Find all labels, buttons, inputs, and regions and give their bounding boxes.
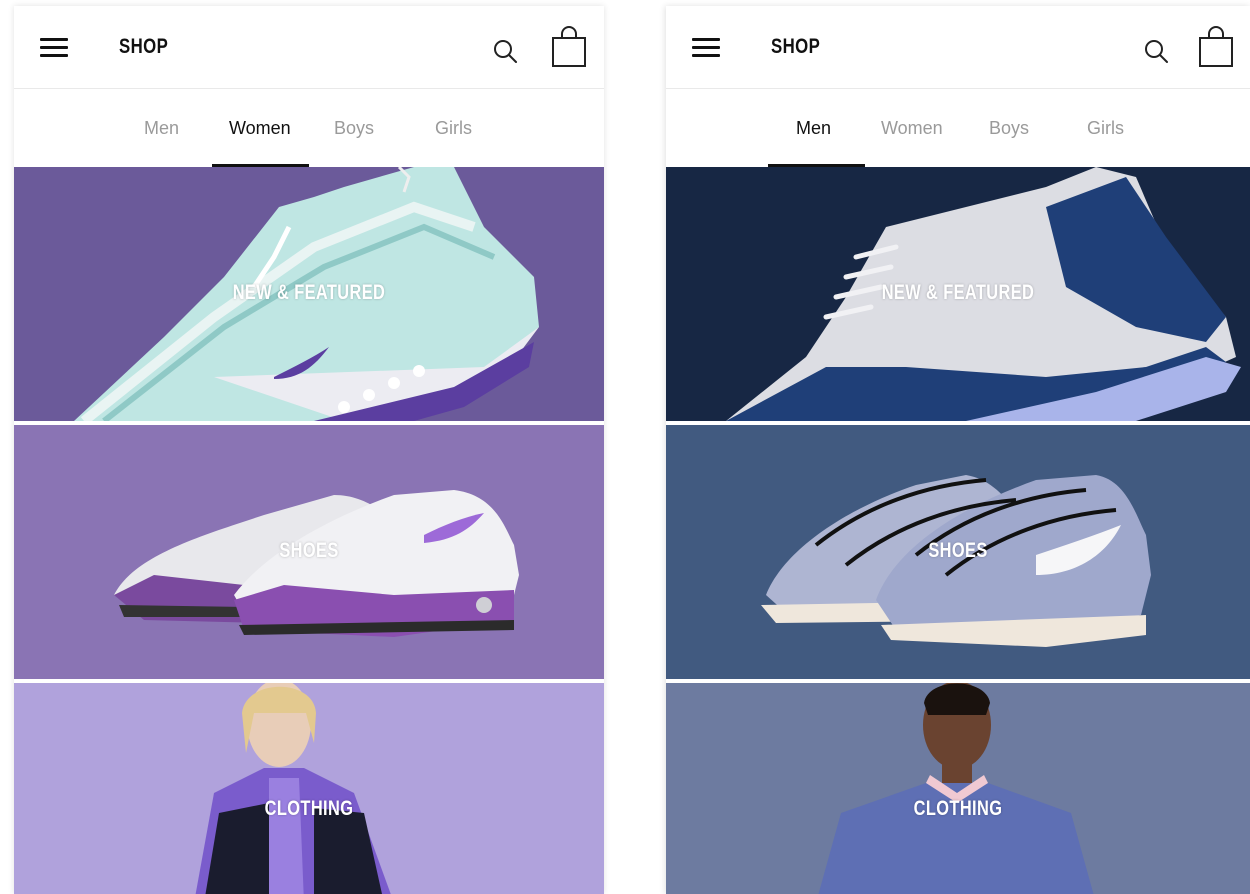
shop-screen-women: SHOP Men Women Boys Girls NEW & FEATURED…: [14, 6, 604, 894]
tile-new-featured[interactable]: NEW & FEATURED: [14, 167, 604, 421]
page-title: SHOP: [119, 35, 169, 58]
tab-boys[interactable]: Boys: [334, 118, 374, 139]
tab-men[interactable]: Men: [144, 118, 179, 139]
tab-girls[interactable]: Girls: [1087, 118, 1124, 139]
tile-label: SHOES: [279, 539, 339, 562]
category-tabs: Men Women Boys Girls: [14, 89, 604, 167]
tile-label: CLOTHING: [264, 797, 354, 820]
menu-icon[interactable]: [40, 38, 70, 58]
tile-shoes[interactable]: SHOES: [14, 425, 604, 679]
model-image: [818, 683, 1094, 894]
tab-boys[interactable]: Boys: [989, 118, 1029, 139]
tile-clothing[interactable]: CLOTHING: [666, 683, 1250, 894]
tile-label: SHOES: [928, 539, 988, 562]
tile-shoes[interactable]: SHOES: [666, 425, 1250, 679]
top-app-bar: SHOP: [666, 6, 1250, 89]
tab-women[interactable]: Women: [229, 118, 291, 139]
shop-screen-men: SHOP Men Women Boys Girls NEW & FEATURED: [666, 6, 1250, 894]
tile-label: CLOTHING: [913, 797, 1003, 820]
tile-label: NEW & FEATURED: [232, 281, 386, 304]
tile-new-featured[interactable]: NEW & FEATURED: [666, 167, 1250, 421]
tile-clothing[interactable]: CLOTHING: [14, 683, 604, 894]
tab-women[interactable]: Women: [881, 118, 943, 139]
top-app-bar: SHOP: [14, 6, 604, 89]
model-image: [195, 683, 391, 894]
tab-girls[interactable]: Girls: [435, 118, 472, 139]
shopping-bag-icon[interactable]: [1198, 26, 1234, 68]
shopping-bag-icon[interactable]: [551, 26, 587, 68]
tile-label: NEW & FEATURED: [881, 281, 1035, 304]
page-title: SHOP: [771, 35, 821, 58]
menu-icon[interactable]: [692, 38, 722, 58]
tab-men[interactable]: Men: [796, 118, 831, 139]
search-icon[interactable]: [1143, 38, 1169, 64]
category-tabs: Men Women Boys Girls: [666, 89, 1250, 167]
search-icon[interactable]: [492, 38, 518, 64]
